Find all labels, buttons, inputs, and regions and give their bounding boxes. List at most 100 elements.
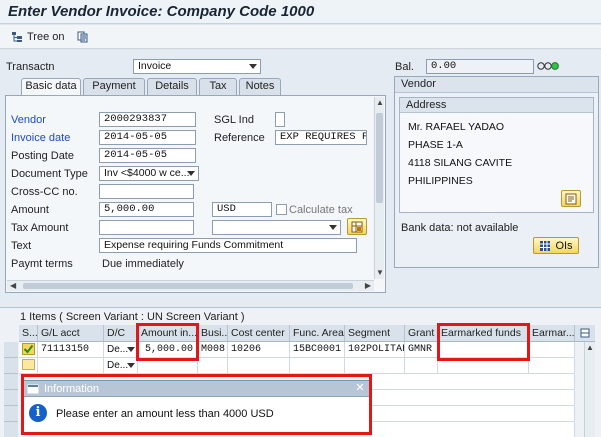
column-header[interactable]: G/L acct — [38, 325, 104, 342]
invoice-date-input[interactable]: 2014-05-05 — [99, 130, 196, 145]
tree-on-label: Tree on — [27, 31, 65, 43]
posting-date-label: Posting Date — [11, 150, 74, 162]
document-type-value: Inv <$4000 w ce... — [104, 167, 190, 179]
tab-notes[interactable]: Notes — [239, 78, 281, 95]
row-selector[interactable] — [4, 374, 18, 390]
calculate-tax-checkbox[interactable] — [276, 204, 287, 215]
functional-area-cell[interactable] — [290, 358, 345, 374]
table-row[interactable] — [371, 374, 575, 390]
column-header[interactable]: Func. Area — [290, 325, 345, 342]
text-input[interactable]: Expense requiring Funds Commitment — [99, 238, 357, 253]
text-label: Text — [11, 240, 32, 252]
cross-cc-input[interactable] — [99, 184, 194, 199]
scroll-up-icon[interactable]: ▲ — [586, 343, 594, 353]
vendor-input[interactable]: 2000293837 — [99, 112, 196, 127]
scroll-down-icon[interactable]: ▼ — [376, 268, 384, 278]
document-icon — [77, 31, 89, 43]
payment-terms-value: Due immediately — [102, 258, 184, 270]
debit-credit-value: De... — [107, 344, 129, 355]
transaction-value: Invoice — [138, 60, 172, 72]
table-row[interactable] — [371, 390, 575, 406]
table-icon — [539, 240, 551, 252]
functional-area-cell[interactable]: 15BC0001 — [290, 342, 345, 358]
column-header[interactable]: S... — [19, 325, 38, 342]
vertical-scrollbar[interactable]: ▲ ▼ — [374, 97, 384, 279]
tax-code-dropdown[interactable] — [212, 220, 341, 235]
debit-credit-value: De... — [107, 360, 129, 371]
posting-date-input[interactable]: 2014-05-05 — [99, 148, 196, 163]
row-selector[interactable] — [4, 342, 18, 358]
chevron-down-icon — [187, 171, 195, 176]
transaction-dropdown[interactable]: Invoice — [133, 59, 261, 74]
column-header[interactable]: D/C — [104, 325, 138, 342]
debit-credit-cell[interactable]: De... — [104, 358, 138, 374]
vendor-label: Vendor — [11, 114, 46, 126]
gl-account-cell[interactable] — [38, 358, 104, 374]
row-selector[interactable] — [4, 358, 18, 374]
reference-input[interactable]: EXP REQUIRES FC — [275, 130, 367, 145]
debit-credit-cell[interactable]: De... — [104, 342, 138, 358]
traffic-light-icon — [537, 61, 561, 71]
scroll-thumb[interactable] — [376, 113, 383, 203]
currency-input[interactable]: USD — [212, 202, 272, 217]
highlight-amount-column — [136, 323, 199, 361]
window-title: Enter Vendor Invoice: Company Code 1000 — [8, 3, 315, 20]
column-header[interactable]: Segment — [345, 325, 405, 342]
horizontal-scrollbar[interactable]: ◀ ▶ — [7, 280, 374, 291]
address-line: 4118 SILANG CAVITE — [408, 157, 513, 169]
application-toolbar: Tree on — [0, 25, 601, 49]
table-row[interactable] — [371, 406, 575, 422]
column-header[interactable]: Earmar... — [529, 325, 575, 342]
open-items-button[interactable]: OIs — [533, 237, 579, 254]
column-header[interactable]: Cost center — [228, 325, 290, 342]
address-card-icon — [565, 193, 577, 205]
checkmark-icon — [22, 343, 35, 355]
earmarked-item-cell[interactable] — [529, 342, 575, 358]
display-doc-button[interactable] — [74, 28, 92, 46]
column-settings-icon[interactable] — [575, 325, 595, 342]
business-area-cell[interactable] — [198, 358, 228, 374]
segment-cell[interactable] — [345, 358, 405, 374]
cost-center-cell[interactable] — [228, 358, 290, 374]
tab-basic-data[interactable]: Basic data — [21, 78, 81, 96]
cost-center-cell[interactable]: 10206 — [228, 342, 290, 358]
tax-amount-input[interactable] — [99, 220, 194, 235]
row-selector[interactable] — [4, 390, 18, 406]
scroll-left-icon[interactable]: ◀ — [10, 281, 16, 291]
row-selector[interactable] — [4, 422, 18, 437]
tab-tax[interactable]: Tax — [199, 78, 237, 95]
grant-cell[interactable] — [405, 358, 438, 374]
document-type-dropdown[interactable]: Inv <$4000 w ce... — [99, 166, 199, 181]
sgl-ind-label: SGL Ind — [214, 114, 254, 126]
payment-terms-label: Paymt terms — [11, 258, 73, 270]
address-line: PHASE 1-A — [408, 139, 463, 151]
row-selector[interactable] — [4, 406, 18, 422]
address-title: Address — [400, 98, 593, 113]
business-area-cell[interactable]: M008 — [198, 342, 228, 358]
window-titlebar: Enter Vendor Invoice: Company Code 1000 — [0, 0, 601, 24]
items-title: 1 Items ( Screen Variant : UN Screen Var… — [20, 311, 245, 323]
earmarked-item-cell[interactable] — [529, 358, 575, 374]
column-header[interactable]: Grant — [405, 325, 438, 342]
tax-detail-button[interactable] — [347, 218, 367, 235]
scroll-right-icon[interactable]: ▶ — [365, 281, 371, 291]
tree-on-button[interactable]: Tree on — [8, 28, 68, 46]
chevron-down-icon — [127, 347, 135, 352]
segment-cell[interactable]: 102POLITAF — [345, 342, 405, 358]
highlight-information-dialog — [21, 374, 372, 435]
empty-status-icon — [22, 359, 35, 370]
grant-cell[interactable]: GMNR — [405, 342, 438, 358]
tab-payment[interactable]: Payment — [83, 78, 145, 95]
tab-details[interactable]: Details — [147, 78, 197, 95]
amount-input[interactable]: 5,000.00 — [99, 202, 194, 217]
table-row[interactable] — [371, 422, 575, 437]
scroll-thumb-h[interactable] — [23, 283, 353, 289]
address-detail-button[interactable] — [561, 190, 581, 207]
grid-vertical-scrollbar[interactable]: ▲ — [584, 342, 595, 437]
gl-account-cell[interactable]: 71113150 — [38, 342, 104, 358]
highlight-earmarked-funds-column — [437, 323, 530, 361]
transaction-label: Transactn — [6, 61, 55, 73]
sgl-ind-input[interactable] — [275, 112, 285, 127]
column-header[interactable]: Busi... — [198, 325, 228, 342]
scroll-up-icon[interactable]: ▲ — [376, 98, 384, 108]
